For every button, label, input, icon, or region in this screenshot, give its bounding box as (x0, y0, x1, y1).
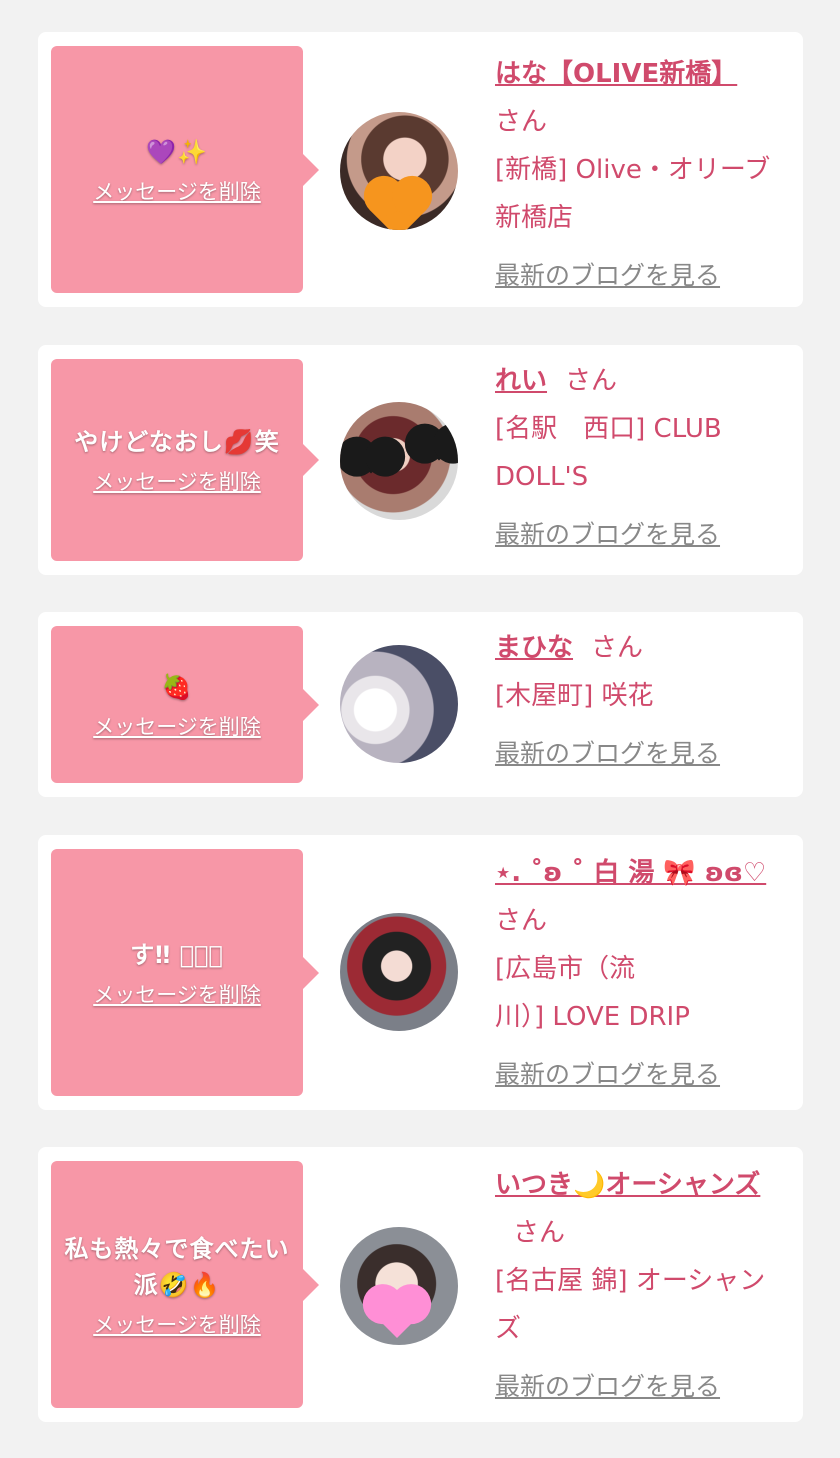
shop-line: 新橋店 (495, 203, 574, 233)
heart-icon (355, 442, 387, 474)
delete-message-link[interactable]: メッセージを削除 (93, 1309, 261, 1339)
avatar[interactable] (340, 112, 458, 230)
delete-message-link[interactable]: メッセージを削除 (93, 979, 261, 1009)
latest-blog-link[interactable]: 最新のブログを見る (495, 1363, 795, 1411)
delete-message-link[interactable]: メッセージを削除 (93, 176, 261, 206)
message-text: 私も熱々で食べたい派🤣🔥 (64, 1234, 290, 1299)
avatar[interactable] (340, 913, 458, 1031)
message-text: す‼︎ ⃝⃝⃝ (130, 940, 224, 969)
avatar[interactable] (340, 402, 458, 520)
delete-message-link[interactable]: メッセージを削除 (93, 466, 261, 496)
shop-line: 川）] LOVE DRIP (495, 1002, 690, 1032)
message-bubble: 🍓 メッセージを削除 (51, 626, 319, 783)
latest-blog-link[interactable]: 最新のブログを見る (495, 730, 795, 778)
message-text: 💜✨ (146, 137, 208, 166)
san-label: さん (513, 1218, 566, 1248)
heart-icon (369, 181, 427, 230)
heart-icon (372, 1289, 422, 1339)
profile-info: ⋆. ˚ʚ ˚ 白 湯 🎀 ʚɞ♡ さん [広島市（流 川）] LOVE DRI… (495, 849, 795, 1099)
san-label: さん (495, 107, 548, 137)
shop-line: [名駅 西口] CLUB (495, 414, 722, 444)
san-label: さん (495, 906, 548, 936)
profile-info: はな【OLIVE新橋】 さん [新橋] Olive・オリーブ 新橋店 最新のブロ… (495, 50, 795, 300)
message-bubble: 私も熱々で食べたい派🤣🔥 メッセージを削除 (51, 1161, 319, 1408)
profile-info: いつき🌙オーシャンズさん [名古屋 錦] オーシャン ズ 最新のブログを見る (495, 1161, 795, 1411)
shop-line: [新橋] Olive・オリーブ (495, 155, 771, 185)
avatar[interactable] (340, 645, 458, 763)
profile-name-link[interactable]: れい (495, 366, 547, 396)
profile-name-link[interactable]: いつき🌙オーシャンズ (495, 1170, 760, 1200)
list-item: 🍓 メッセージを削除 まひな さん [木屋町] 咲花 最新のブログを見る (38, 612, 803, 797)
profile-info: まひな さん [木屋町] 咲花 最新のブログを見る (495, 624, 795, 778)
message-text: 🍓 (161, 672, 193, 701)
list-item: 私も熱々で食べたい派🤣🔥 メッセージを削除 いつき🌙オーシャンズさん [名古屋 … (38, 1147, 803, 1422)
message-bubble: す‼︎ ⃝⃝⃝ メッセージを削除 (51, 849, 319, 1096)
list-item: 💜✨ メッセージを削除 はな【OLIVE新橋】 さん [新橋] Olive・オリ… (38, 32, 803, 307)
shop-line: ズ (495, 1314, 522, 1344)
profile-name-link[interactable]: はな【OLIVE新橋】 (495, 59, 737, 89)
message-text: やけどなおし💋笑 (74, 428, 280, 456)
list-item: す‼︎ ⃝⃝⃝ メッセージを削除 ⋆. ˚ʚ ˚ 白 湯 🎀 ʚɞ♡ さん [広… (38, 835, 803, 1110)
shop-line: [名古屋 錦] オーシャン (495, 1266, 766, 1296)
latest-blog-link[interactable]: 最新のブログを見る (495, 511, 795, 559)
message-bubble: 💜✨ メッセージを削除 (51, 46, 319, 293)
message-bubble: やけどなおし💋笑 メッセージを削除 (51, 359, 319, 561)
san-label: さん (591, 633, 644, 663)
profile-name-link[interactable]: ⋆. ˚ʚ ˚ 白 湯 🎀 ʚɞ♡ (495, 858, 766, 888)
heart-icon (423, 429, 455, 461)
shop-line: [広島市（流 (495, 954, 636, 984)
san-label: さん (565, 366, 618, 396)
shop-line: DOLL'S (495, 462, 589, 492)
list-item: やけどなおし💋笑 メッセージを削除 れい さん [名駅 西口] CLUB DOLL… (38, 345, 803, 575)
profile-info: れい さん [名駅 西口] CLUB DOLL'S 最新のブログを見る (495, 357, 795, 559)
latest-blog-link[interactable]: 最新のブログを見る (495, 252, 795, 300)
avatar[interactable] (340, 1227, 458, 1345)
shop-line: [木屋町] 咲花 (495, 681, 654, 711)
delete-message-link[interactable]: メッセージを削除 (93, 711, 261, 741)
latest-blog-link[interactable]: 最新のブログを見る (495, 1051, 795, 1099)
profile-name-link[interactable]: まひな (495, 633, 573, 663)
